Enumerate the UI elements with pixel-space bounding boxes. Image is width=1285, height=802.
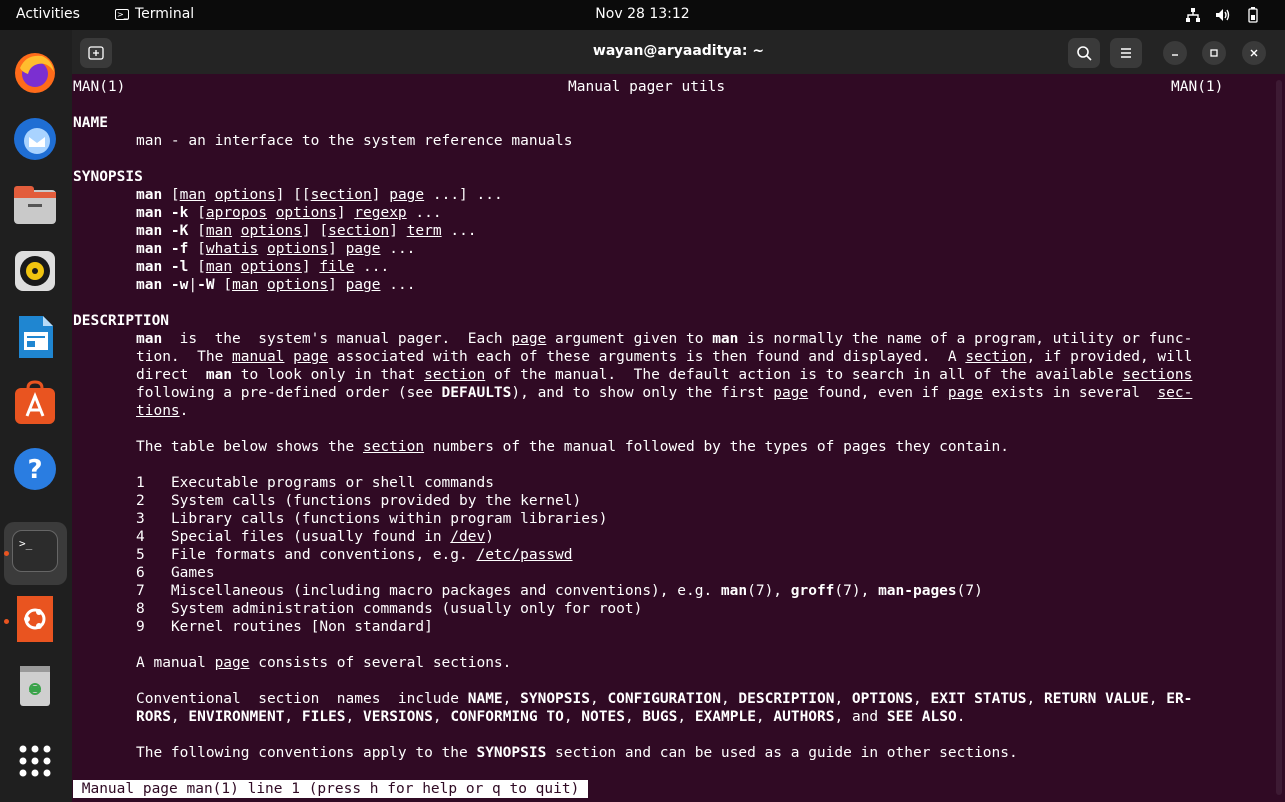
- minimize-button[interactable]: [1163, 41, 1187, 65]
- close-button[interactable]: [1242, 41, 1266, 65]
- section-row: 3 Library calls (functions within progra…: [136, 511, 608, 527]
- files-icon[interactable]: [12, 182, 58, 228]
- menu-button[interactable]: [1110, 38, 1142, 68]
- trash-icon[interactable]: [12, 662, 58, 708]
- header-bar: wayan@aryaaditya: ~: [72, 30, 1285, 74]
- volume-icon[interactable]: [1215, 7, 1231, 23]
- terminal-window: wayan@aryaaditya: ~ MAN(1) Manual pager …: [72, 30, 1285, 802]
- section-row: 2 System calls (functions provided by th…: [136, 493, 582, 509]
- section-row: 8 System administration commands (usuall…: [136, 601, 643, 617]
- running-indicator: [4, 551, 9, 556]
- top-bar: Activities >_ Terminal Nov 28 13:12: [0, 0, 1285, 30]
- scrollbar[interactable]: [1276, 80, 1282, 795]
- show-applications-icon[interactable]: [12, 738, 58, 784]
- man-header-left: MAN(1): [73, 79, 126, 95]
- man-header-center: Manual pager utils: [568, 79, 726, 95]
- rhythmbox-icon[interactable]: [12, 248, 58, 294]
- section-row: 9 Kernel routines [Non standard]: [136, 619, 433, 635]
- section-row: 6 Games: [136, 565, 215, 581]
- section-row: 1 Executable programs or shell commands: [136, 475, 494, 491]
- conventions-line: The following conventions apply to the S…: [136, 745, 1018, 761]
- software-center-icon[interactable]: [12, 380, 58, 426]
- app-menu[interactable]: >_ Terminal: [115, 6, 194, 22]
- section-heading-name: NAME: [73, 115, 108, 131]
- section-row: 4 Special files (usually found in /dev): [136, 529, 494, 545]
- battery-icon[interactable]: [1245, 7, 1261, 23]
- manual-page-line: A manual page consists of several sectio…: [136, 655, 512, 671]
- running-indicator: [4, 619, 9, 624]
- thunderbird-icon[interactable]: [12, 116, 58, 162]
- window-title: wayan@aryaaditya: ~: [592, 43, 765, 59]
- svg-text:>_: >_: [19, 537, 33, 550]
- description-line: man is the system's manual pager. Each p…: [136, 331, 1193, 347]
- terminal-output[interactable]: MAN(1) Manual pager utils MAN(1) NAME ma…: [73, 76, 1273, 800]
- ubuntu-icon[interactable]: [17, 596, 53, 642]
- network-icon[interactable]: [1185, 7, 1201, 23]
- synopsis-line: man -w|-W [man options] page ...: [136, 277, 416, 293]
- section-heading-description: DESCRIPTION: [73, 313, 170, 329]
- svg-text:?: ?: [27, 455, 42, 485]
- firefox-icon[interactable]: [12, 50, 58, 96]
- man-header-right: MAN(1): [1171, 79, 1224, 95]
- synopsis-line: man -f [whatis options] page ...: [136, 241, 416, 257]
- description-line: tion. The manual page associated with ea…: [136, 349, 1193, 365]
- synopsis-line: man -k [apropos options] regexp ...: [136, 205, 442, 221]
- maximize-button[interactable]: [1202, 41, 1226, 65]
- conventional-names-line: Conventional section names include NAME,…: [136, 691, 1193, 707]
- search-button[interactable]: [1068, 38, 1100, 68]
- name-text: man - an interface to the system referen…: [136, 133, 573, 149]
- writer-icon[interactable]: [12, 314, 58, 360]
- table-intro: The table below shows the section number…: [136, 439, 1009, 455]
- terminal-icon: >_: [115, 8, 129, 20]
- description-line: following a pre-defined order (see DEFAU…: [136, 385, 1193, 401]
- conventional-names-line: RORS, ENVIRONMENT, FILES, VERSIONS, CONF…: [136, 709, 966, 725]
- clock[interactable]: Nov 28 13:12: [595, 6, 689, 22]
- pager-status-bar: Manual page man(1) line 1 (press h for h…: [73, 780, 589, 798]
- description-line: tions.: [136, 403, 189, 419]
- system-tray[interactable]: [1185, 7, 1261, 23]
- synopsis-line: man [man options] [[section] page ...] .…: [136, 187, 503, 203]
- activities-button[interactable]: Activities: [16, 6, 80, 22]
- help-icon[interactable]: ?: [12, 446, 58, 492]
- dock: ? >_: [0, 30, 72, 802]
- section-heading-synopsis: SYNOPSIS: [73, 169, 143, 185]
- description-line: direct man to look only in that section …: [136, 367, 1193, 383]
- section-row: 7 Miscellaneous (including macro package…: [136, 583, 983, 599]
- terminal-dock-icon[interactable]: >_: [12, 530, 58, 572]
- synopsis-line: man -K [man options] [section] term ...: [136, 223, 477, 239]
- app-menu-label: Terminal: [135, 6, 195, 22]
- synopsis-line: man -l [man options] file ...: [136, 259, 390, 275]
- section-row: 5 File formats and conventions, e.g. /et…: [136, 547, 573, 563]
